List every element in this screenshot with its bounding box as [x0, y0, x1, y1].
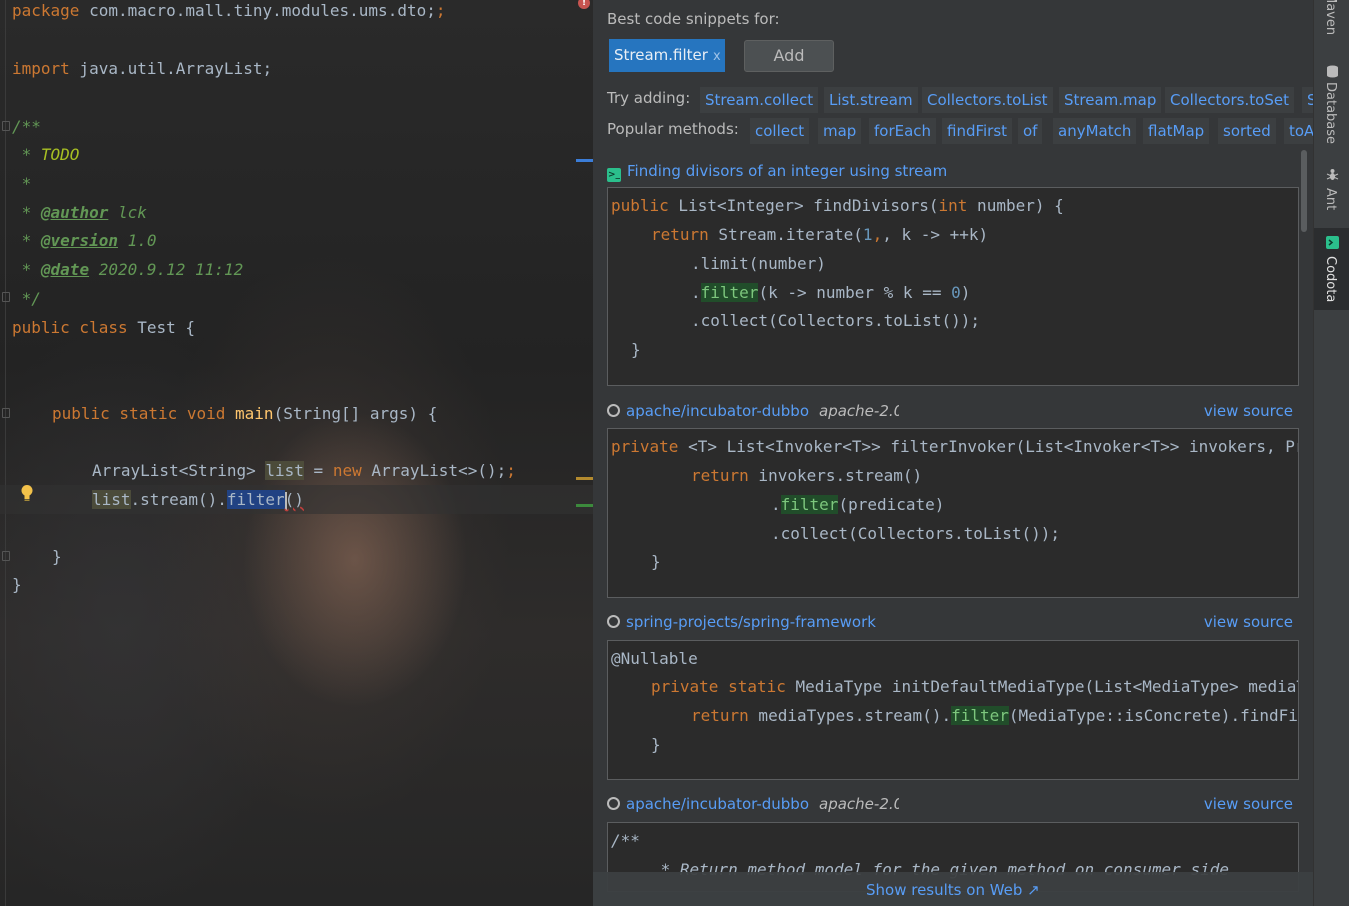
- code-line-close-method[interactable]: }: [52, 542, 62, 571]
- github-icon: [607, 615, 620, 628]
- suggestion-collectors-tolist[interactable]: Collectors.toList: [922, 87, 1053, 113]
- code-line-class[interactable]: public class Test {: [12, 313, 195, 342]
- chip-close-icon[interactable]: x: [713, 49, 721, 64]
- snippet-code-line: .limit(number): [691, 254, 826, 273]
- best-snippets-label: Best code snippets for:: [607, 10, 780, 28]
- popular-methods-label: Popular methods:: [607, 120, 739, 138]
- popular-collect[interactable]: collect: [750, 118, 810, 144]
- snippet-code-line: .filter(k -> number % k == 0): [691, 283, 971, 302]
- view-source-link[interactable]: view source: [1204, 795, 1293, 813]
- snippet-code-line: .collect(Collectors.toList());: [691, 311, 980, 330]
- code-line-javadoc-end[interactable]: */: [12, 284, 41, 313]
- fold-marker[interactable]: [2, 551, 10, 561]
- suggestion-stream-map[interactable]: Stream.map: [1059, 87, 1162, 113]
- snippet-code-box[interactable]: private <T> List<Invoker<T>> filterInvok…: [607, 428, 1299, 598]
- database-icon: [1327, 65, 1338, 78]
- snippet-code-box[interactable]: public List<Integer> findDivisors(int nu…: [607, 187, 1299, 386]
- code-line-list-decl[interactable]: ArrayList<String> list = new ArrayList<>…: [92, 456, 516, 485]
- add-button[interactable]: Add: [744, 40, 834, 72]
- snippet-code-line: return invokers.stream(): [691, 466, 923, 485]
- tool-ant[interactable]: Ant: [1314, 160, 1349, 220]
- snippet-repo[interactable]: apache/incubator-dubbo apache-2.0: [607, 402, 899, 420]
- code-line-stream-filter[interactable]: list.stream().filter(): [92, 485, 304, 514]
- code-line-date[interactable]: * @date 2020.9.12 11:12: [12, 255, 244, 284]
- intention-bulb-icon[interactable]: [20, 484, 34, 506]
- code-line-version[interactable]: * @version 1.0: [12, 226, 157, 255]
- fold-marker[interactable]: [2, 408, 10, 418]
- view-source-link[interactable]: view source: [1204, 402, 1293, 420]
- suggestion-list-stream[interactable]: List.stream: [824, 87, 918, 113]
- snippet-code-line: private <T> List<Invoker<T>> filterInvok…: [611, 437, 1298, 456]
- popular-flatmap[interactable]: flatMap: [1143, 118, 1210, 144]
- suggestion-overflow[interactable]: S: [1302, 87, 1313, 113]
- popular-findfirst[interactable]: findFirst: [942, 118, 1013, 144]
- codota-panel: Best code snippets for: Stream.filter x A…: [593, 0, 1313, 906]
- popular-sorted[interactable]: sorted: [1218, 118, 1276, 144]
- panel-scrollbar[interactable]: [1301, 150, 1307, 232]
- tool-maven[interactable]: Maven: [1314, 0, 1349, 44]
- code-line-author[interactable]: * @author lck: [12, 198, 147, 227]
- gutter: [5, 0, 6, 906]
- tool-window-strip: Maven Database Ant Codota: [1313, 0, 1349, 906]
- popular-foreach[interactable]: forEach: [869, 118, 937, 144]
- suggestion-stream-collect[interactable]: Stream.collect: [700, 87, 819, 113]
- code-line-javadoc-start[interactable]: /**: [12, 112, 41, 141]
- snippet-code-line: }: [631, 340, 641, 359]
- github-icon: [607, 404, 620, 417]
- snippet-code-line: /**: [611, 831, 640, 850]
- scroll-marker[interactable]: [576, 504, 593, 507]
- snippet-code-line: .collect(Collectors.toList());: [771, 524, 1060, 543]
- tool-codota[interactable]: Codota: [1314, 228, 1349, 310]
- snippet-code-line: }: [651, 735, 661, 754]
- snippet-title[interactable]: >_ Finding divisors of an integer using s…: [607, 162, 947, 182]
- error-stripe-icon[interactable]: !: [578, 0, 590, 9]
- codota-icon: [1326, 236, 1339, 249]
- try-adding-label: Try adding:: [607, 89, 691, 107]
- code-line-main[interactable]: public static void main(String[] args) {: [52, 399, 437, 428]
- snippet-code-line: private static MediaType initDefaultMedi…: [651, 677, 1298, 696]
- code-line-import[interactable]: import java.util.ArrayList;: [12, 54, 272, 83]
- show-results-on-web-link[interactable]: Show results on Web ↗: [866, 881, 1040, 899]
- terminal-icon: >_: [607, 168, 621, 182]
- tool-database[interactable]: Database: [1314, 60, 1349, 150]
- view-source-link[interactable]: view source: [1204, 613, 1293, 631]
- code-editor[interactable]: package com.macro.mall.tiny.modules.ums.…: [0, 0, 593, 906]
- code-line-todo[interactable]: * TODO: [12, 140, 80, 169]
- popular-anymatch[interactable]: anyMatch: [1053, 118, 1137, 144]
- snippet-repo[interactable]: apache/incubator-dubbo apache-2.0: [607, 795, 899, 813]
- github-icon: [607, 797, 620, 810]
- snippet-repo[interactable]: spring-projects/spring-framework: [607, 613, 876, 631]
- snippet-code-line: return Stream.iterate(1,, k -> ++k): [651, 225, 989, 244]
- snippet-code-line: @Nullable: [611, 649, 698, 668]
- code-line-close-class[interactable]: }: [12, 570, 22, 599]
- snippet-code-line: }: [651, 552, 661, 571]
- suggestion-collectors-toset[interactable]: Collectors.toSet: [1165, 87, 1294, 113]
- fold-marker[interactable]: [2, 121, 10, 131]
- code-line-package[interactable]: package com.macro.mall.tiny.modules.ums.…: [12, 0, 446, 25]
- popular-of[interactable]: of: [1018, 118, 1043, 144]
- popular-map[interactable]: map: [818, 118, 862, 144]
- popular-overflow[interactable]: toA: [1284, 118, 1313, 144]
- query-chip[interactable]: Stream.filter x: [609, 39, 725, 72]
- fold-marker[interactable]: [2, 292, 10, 302]
- snippet-code-box[interactable]: @Nullable private static MediaType initD…: [607, 640, 1299, 780]
- snippet-code-line: public List<Integer> findDivisors(int nu…: [611, 196, 1064, 215]
- code-line-javadoc[interactable]: *: [12, 169, 32, 198]
- scroll-marker[interactable]: [576, 477, 593, 480]
- snippet-code-line: return mediaTypes.stream().filter(MediaT…: [691, 706, 1298, 725]
- snippet-code-line: .filter(predicate): [771, 495, 945, 514]
- scroll-marker[interactable]: [576, 159, 593, 162]
- ant-icon: [1326, 169, 1339, 180]
